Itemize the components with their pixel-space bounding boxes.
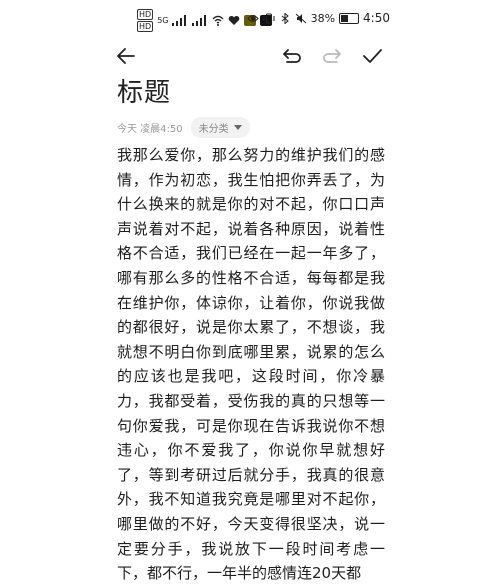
- heart-icon: [229, 15, 240, 25]
- note-title[interactable]: 标题: [117, 72, 171, 109]
- status-bar: HD HD 5G 38% 4:50: [0, 0, 500, 38]
- clock: 4:50: [363, 11, 390, 25]
- hd-chip-1: HD: [137, 9, 154, 20]
- note-body[interactable]: 我那么爱你，那么努力的维护我们的感情，作为初恋，我生怕把你弄丢了，为什么换来的就…: [117, 143, 385, 586]
- caret-down-icon: [233, 125, 242, 130]
- battery-icon: [339, 12, 360, 24]
- editor-toolbar: [0, 38, 500, 74]
- signal-icon-2: [192, 15, 208, 26]
- wifi-icon: [213, 15, 224, 26]
- redo-icon: [323, 49, 341, 63]
- redo-button[interactable]: [318, 42, 346, 70]
- battery-percent: 38%: [310, 11, 336, 25]
- undo-icon: [283, 49, 301, 63]
- arrow-left-icon: [117, 48, 135, 64]
- signal-icon: [172, 15, 188, 26]
- undo-button[interactable]: [278, 42, 306, 70]
- category-dropdown[interactable]: 未分类: [190, 117, 250, 138]
- status-right: 38% 4:50: [246, 11, 390, 25]
- note-meta: 今天 凌晨4:50 未分类: [117, 117, 250, 138]
- network-tag: 5G: [157, 16, 169, 25]
- hd-chips: HD HD: [137, 9, 154, 32]
- bluetooth-icon: [281, 12, 289, 24]
- confirm-button[interactable]: [358, 42, 386, 70]
- category-label: 未分类: [198, 124, 229, 135]
- note-date: 今天 凌晨4:50: [117, 124, 183, 135]
- check-icon: [363, 49, 382, 63]
- mute-icon: [295, 13, 306, 23]
- hd-chip-2: HD: [137, 21, 154, 32]
- eye-icon: [246, 14, 259, 22]
- vibrate-icon: [263, 13, 275, 23]
- back-button[interactable]: [112, 42, 140, 70]
